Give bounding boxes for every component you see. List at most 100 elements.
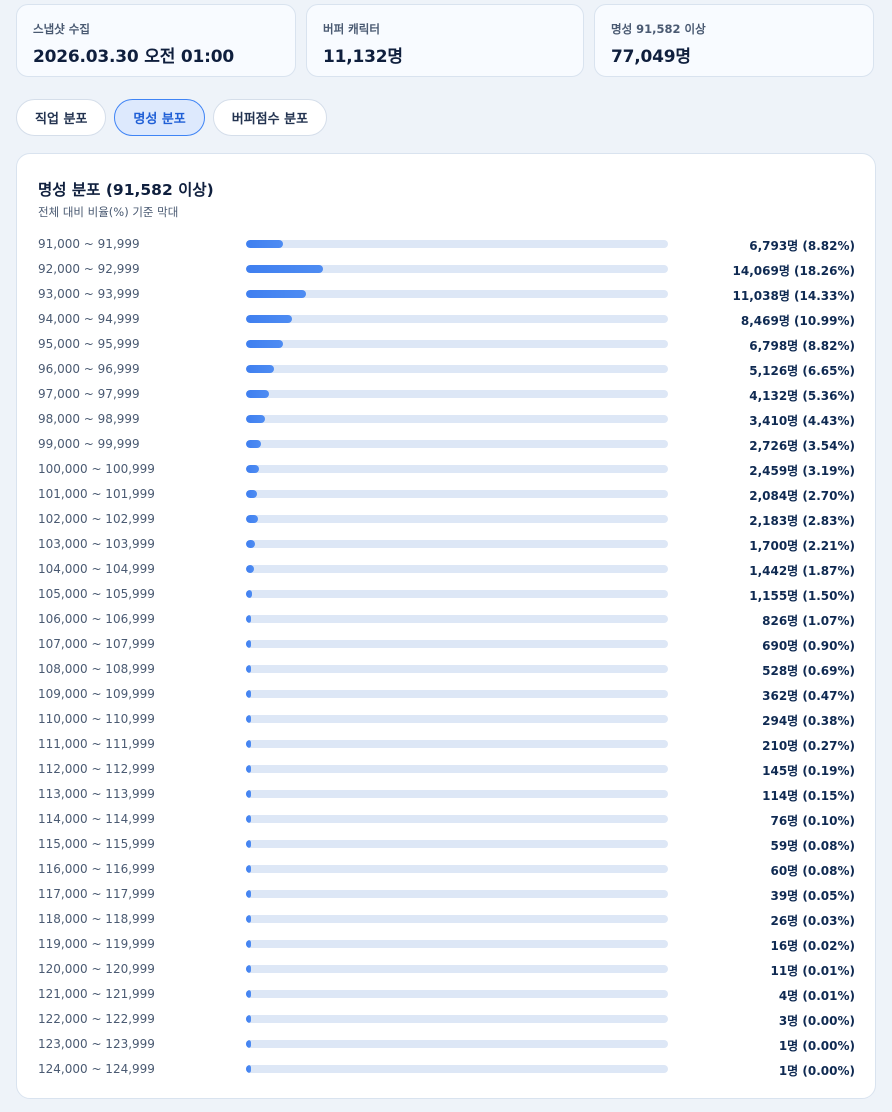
value-label: 4,132명 (5.36%)	[749, 389, 855, 403]
bar-fill	[246, 640, 251, 648]
bar-track	[246, 615, 668, 623]
value-label: 6,798명 (8.82%)	[749, 339, 855, 353]
bar-fill	[246, 1065, 251, 1073]
tab-fame-distribution[interactable]: 명성 분포	[114, 99, 205, 136]
distribution-row: 95,000 ~ 95,999 6,798명 (8.82%)	[17, 332, 875, 357]
stat-label: 명성 91,582 이상	[611, 22, 706, 36]
distribution-row: 116,000 ~ 116,999 60명 (0.08%)	[17, 857, 875, 882]
bar-fill	[246, 765, 251, 773]
stat-card-fame-threshold: 명성 91,582 이상 77,049명	[594, 4, 874, 77]
distribution-row: 102,000 ~ 102,999 2,183명 (2.83%)	[17, 507, 875, 532]
bar-track	[246, 540, 668, 548]
bar-fill	[246, 615, 251, 623]
range-label: 98,000 ~ 98,999	[38, 412, 140, 426]
bar-track	[246, 490, 668, 498]
bar-track	[246, 865, 668, 873]
bar-track	[246, 340, 668, 348]
value-label: 145명 (0.19%)	[762, 764, 855, 778]
bar-fill	[246, 940, 251, 948]
value-label: 2,726명 (3.54%)	[749, 439, 855, 453]
value-label: 294명 (0.38%)	[762, 714, 855, 728]
bar-track	[246, 740, 668, 748]
bar-fill	[246, 1040, 251, 1048]
range-label: 97,000 ~ 97,999	[38, 387, 140, 401]
tab-buffer-score-distribution[interactable]: 버퍼점수 분포	[212, 99, 328, 136]
bar-track	[246, 915, 668, 923]
range-label: 118,000 ~ 118,999	[38, 912, 155, 926]
distribution-row: 124,000 ~ 124,999 1명 (0.00%)	[17, 1057, 875, 1082]
value-label: 210명 (0.27%)	[762, 739, 855, 753]
bar-fill	[246, 865, 251, 873]
range-label: 92,000 ~ 92,999	[38, 262, 140, 276]
value-label: 4명 (0.01%)	[778, 989, 855, 1003]
range-label: 107,000 ~ 107,999	[38, 637, 155, 651]
bar-track	[246, 840, 668, 848]
stat-label: 버퍼 캐릭터	[323, 22, 380, 36]
value-label: 528명 (0.69%)	[762, 664, 855, 678]
range-label: 109,000 ~ 109,999	[38, 687, 155, 701]
value-label: 11,038명 (14.33%)	[732, 289, 855, 303]
bar-fill	[246, 790, 251, 798]
distribution-row: 122,000 ~ 122,999 3명 (0.00%)	[17, 1007, 875, 1032]
bar-track	[246, 415, 668, 423]
bar-track	[246, 765, 668, 773]
value-label: 16명 (0.02%)	[770, 939, 855, 953]
bar-track	[246, 890, 668, 898]
range-label: 122,000 ~ 122,999	[38, 1012, 155, 1026]
bar-track	[246, 815, 668, 823]
distribution-row: 121,000 ~ 121,999 4명 (0.01%)	[17, 982, 875, 1007]
distribution-row: 101,000 ~ 101,999 2,084명 (2.70%)	[17, 482, 875, 507]
distribution-row: 91,000 ~ 91,999 6,793명 (8.82%)	[17, 232, 875, 257]
value-label: 362명 (0.47%)	[762, 689, 855, 703]
distribution-row: 117,000 ~ 117,999 39명 (0.05%)	[17, 882, 875, 907]
distribution-row: 96,000 ~ 96,999 5,126명 (6.65%)	[17, 357, 875, 382]
bar-track	[246, 1015, 668, 1023]
bar-fill	[246, 265, 324, 273]
distribution-row: 93,000 ~ 93,999 11,038명 (14.33%)	[17, 282, 875, 307]
value-label: 76명 (0.10%)	[770, 814, 855, 828]
bar-track	[246, 665, 668, 673]
distribution-row: 118,000 ~ 118,999 26명 (0.03%)	[17, 907, 875, 932]
bar-fill	[246, 715, 251, 723]
bar-track	[246, 690, 668, 698]
range-label: 105,000 ~ 105,999	[38, 587, 155, 601]
panel-title: 명성 분포 (91,582 이상)	[38, 181, 214, 199]
bar-fill	[246, 340, 284, 348]
value-label: 114명 (0.15%)	[762, 789, 855, 803]
distribution-row: 94,000 ~ 94,999 8,469명 (10.99%)	[17, 307, 875, 332]
range-label: 111,000 ~ 111,999	[38, 737, 155, 751]
bar-fill	[246, 690, 251, 698]
bar-fill	[246, 740, 251, 748]
range-label: 102,000 ~ 102,999	[38, 512, 155, 526]
range-label: 123,000 ~ 123,999	[38, 1037, 155, 1051]
bar-fill	[246, 440, 261, 448]
distribution-rows: 91,000 ~ 91,999 6,793명 (8.82%) 92,000 ~ 92…	[17, 232, 875, 1082]
value-label: 2,183명 (2.83%)	[749, 514, 855, 528]
range-label: 117,000 ~ 117,999	[38, 887, 155, 901]
bar-track	[246, 790, 668, 798]
bar-fill	[246, 965, 251, 973]
stat-value: 11,132명	[323, 47, 403, 67]
stat-value: 2026.03.30 오전 01:00	[33, 47, 234, 67]
value-label: 1명 (0.00%)	[778, 1064, 855, 1078]
range-label: 101,000 ~ 101,999	[38, 487, 155, 501]
distribution-row: 120,000 ~ 120,999 11명 (0.01%)	[17, 957, 875, 982]
value-label: 2,459명 (3.19%)	[749, 464, 855, 478]
range-label: 112,000 ~ 112,999	[38, 762, 155, 776]
range-label: 108,000 ~ 108,999	[38, 662, 155, 676]
distribution-row: 103,000 ~ 103,999 1,700명 (2.21%)	[17, 532, 875, 557]
range-label: 114,000 ~ 114,999	[38, 812, 155, 826]
range-label: 93,000 ~ 93,999	[38, 287, 140, 301]
bar-fill	[246, 465, 260, 473]
range-label: 110,000 ~ 110,999	[38, 712, 155, 726]
range-label: 121,000 ~ 121,999	[38, 987, 155, 1001]
range-label: 116,000 ~ 116,999	[38, 862, 155, 876]
tab-bar: 직업 분포 명성 분포 버퍼점수 분포	[16, 99, 328, 136]
bar-track	[246, 265, 668, 273]
range-label: 96,000 ~ 96,999	[38, 362, 140, 376]
distribution-row: 99,000 ~ 99,999 2,726명 (3.54%)	[17, 432, 875, 457]
tab-job-distribution[interactable]: 직업 분포	[16, 99, 107, 136]
range-label: 99,000 ~ 99,999	[38, 437, 140, 451]
distribution-row: 112,000 ~ 112,999 145명 (0.19%)	[17, 757, 875, 782]
distribution-row: 110,000 ~ 110,999 294명 (0.38%)	[17, 707, 875, 732]
